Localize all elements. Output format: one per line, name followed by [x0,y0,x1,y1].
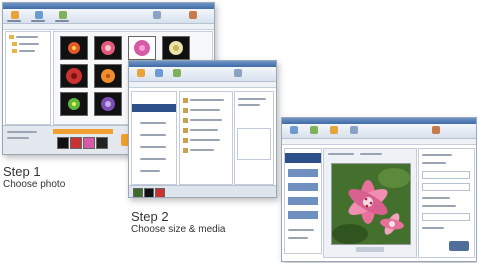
flower-thumbnail[interactable] [60,36,88,60]
toolbar [3,9,214,24]
folder-tree[interactable] [5,31,51,125]
option-item[interactable] [288,211,318,219]
step2-title: Step 2 [131,209,169,224]
tray-thumbnail[interactable] [96,137,108,149]
toolbar-icon[interactable] [432,126,440,134]
address-bar[interactable] [3,24,214,30]
settings-panel [418,148,475,258]
selected-option[interactable] [285,153,321,163]
flower-thumbnail[interactable] [60,92,88,116]
toolbar-icon[interactable] [290,126,298,134]
media-item[interactable] [183,128,188,133]
toolbar-icon[interactable] [155,69,163,77]
flower-thumbnail[interactable] [94,64,122,88]
toolbar-icon[interactable] [350,126,358,134]
tray-thumbnail[interactable] [144,188,154,197]
media-item[interactable] [183,98,188,103]
selected-size-item[interactable] [132,104,176,112]
toolbar [129,67,276,82]
toolbar-icon[interactable] [153,11,161,19]
toolbar-icon[interactable] [310,126,318,134]
toolbar-icon[interactable] [330,126,338,134]
tray-header [53,129,113,134]
page-nav[interactable] [356,247,384,252]
details-box [237,128,271,160]
media-item[interactable] [183,148,188,153]
tray-thumbnail[interactable] [70,137,82,149]
flower-thumbnail[interactable] [60,64,88,88]
address-bar[interactable] [282,139,476,145]
toolbar-icon[interactable] [137,69,145,77]
tray-thumbnail[interactable] [83,137,95,149]
option-item[interactable] [288,183,318,191]
flower-thumbnail[interactable] [94,92,122,116]
media-list [179,91,233,185]
toolbar-icon[interactable] [189,11,197,19]
flower-thumbnail[interactable] [128,36,156,60]
window-step2 [128,60,277,198]
toolbar-icon[interactable] [173,69,181,77]
selection-tray [129,185,276,197]
tray-thumbnail[interactable] [155,188,165,197]
step2-subtitle: Choose size & media [131,224,226,235]
option-item[interactable] [288,169,318,177]
media-item[interactable] [183,118,188,123]
flower-thumbnail[interactable] [162,36,190,60]
toolbar [282,124,476,139]
folder-icon[interactable] [12,49,17,53]
tray-thumbnail[interactable] [57,137,69,149]
settings-field[interactable] [422,183,470,191]
print-preview-photo [331,163,411,245]
window-preview [281,117,477,262]
details-panel [234,91,274,185]
print-preview-area [323,148,417,258]
flower-thumbnail[interactable] [94,36,122,60]
tray-thumbnail[interactable] [133,188,143,197]
size-list [131,91,177,185]
step1-subtitle: Choose photo [3,179,66,190]
option-item[interactable] [288,197,318,205]
settings-field[interactable] [422,213,470,221]
step1-caption: Step 1 Choose photo [3,165,65,191]
step1-title: Step 1 [3,164,41,179]
step2-caption: Step 2 Choose size & media [131,210,226,236]
toolbar-icon[interactable] [11,11,19,19]
print-button[interactable] [449,241,469,251]
media-item[interactable] [183,108,188,113]
folder-icon[interactable] [12,42,17,46]
folder-icon[interactable] [9,35,14,39]
address-bar[interactable] [129,82,276,88]
options-list [284,148,322,254]
toolbar-icon[interactable] [59,11,67,19]
toolbar-icon[interactable] [234,69,242,77]
settings-field[interactable] [422,171,470,179]
media-item[interactable] [183,138,188,143]
toolbar-icon[interactable] [35,11,43,19]
